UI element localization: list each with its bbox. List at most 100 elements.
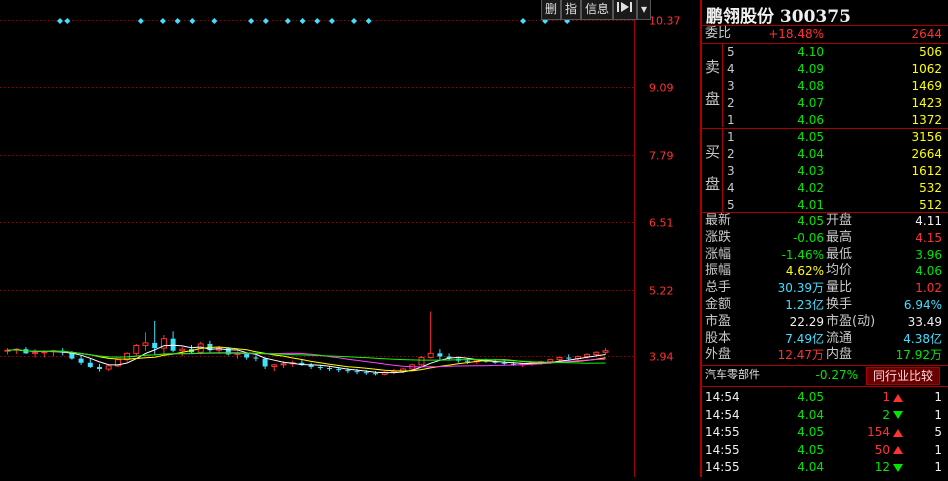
tick-price: 4.05: [797, 390, 824, 404]
bid-level: 2: [727, 147, 735, 161]
tick-volume: 50: [874, 442, 890, 457]
candle-body-up: [133, 345, 140, 354]
ask-row[interactable]: 4 4.09 1062: [702, 61, 948, 77]
tick-time: 14:54: [705, 390, 740, 404]
delete-button[interactable]: 删: [541, 0, 562, 20]
tick-price: 4.05: [797, 442, 824, 457]
ask-price: 4.09: [797, 62, 824, 76]
signal-diamond-icon: [211, 18, 218, 24]
expand-panel-button[interactable]: [613, 0, 638, 20]
candle-body-down: [566, 357, 572, 359]
chevron-down-icon: ▾: [641, 2, 648, 16]
bid-row[interactable]: 5 4.01 512: [702, 197, 948, 213]
candle-body-down: [437, 353, 443, 357]
quote-label: 内盘: [826, 347, 853, 363]
ask-volume: 1423: [911, 96, 942, 110]
quote-value: -0.06: [792, 230, 824, 245]
candle-body-down: [345, 370, 351, 372]
candle-body-down: [373, 373, 378, 375]
tick-count: 1: [934, 442, 942, 457]
candle-body-up: [427, 352, 434, 359]
quote-value: 6.94%: [903, 298, 942, 312]
signal-diamond-icon: [365, 18, 372, 24]
quote-row: 振幅 4.62% 均价 4.06: [702, 263, 948, 279]
quote-label: 总手: [705, 280, 732, 296]
quote-label: 流通: [826, 330, 853, 346]
tick-volume: 12: [874, 460, 890, 474]
candle-body-down: [354, 371, 360, 373]
quote-label: 开盘: [826, 213, 853, 228]
bid-row[interactable]: 3 4.03 1612: [702, 163, 948, 179]
quote-value: 17.92万: [895, 348, 942, 363]
signal-diamond-icon: [299, 18, 306, 24]
industry-compare-button[interactable]: 同行业比较: [866, 367, 940, 385]
bid-price: 4.02: [797, 181, 824, 195]
tick-volume: 1: [882, 390, 890, 404]
ask-row[interactable]: 5 4.10 506: [702, 44, 948, 60]
candle-body-down: [317, 366, 323, 369]
signal-diamond-icon: [57, 18, 63, 24]
bid-volume: 1612: [911, 164, 942, 178]
candle-body-up: [105, 365, 112, 370]
signal-diamond-icon: [248, 18, 255, 24]
bid-row[interactable]: 1 4.05 3156: [702, 129, 948, 145]
kline-chart[interactable]: 10.37 9.09 7.79 6.51 5.22 3.94: [0, 0, 700, 477]
quote-row: 涨幅 -1.46% 最低 3.96: [702, 247, 948, 263]
ask-volume: 1469: [911, 79, 942, 93]
tick-row: 14:54 4.04 2 1: [702, 407, 948, 423]
candle-body-up: [280, 363, 287, 366]
quote-label: 均价: [826, 263, 853, 279]
candle-body-down: [262, 358, 268, 367]
info-button[interactable]: 信息: [581, 0, 614, 20]
ask-row[interactable]: 1 4.06 1372: [702, 112, 948, 128]
tick-count: 5: [934, 425, 942, 439]
candle-body-down: [152, 342, 158, 349]
arrow-up-icon: [893, 424, 903, 440]
quote-label: 量比: [826, 280, 853, 296]
menu-dropdown-button[interactable]: ▾: [637, 0, 652, 20]
candle-body-up: [547, 359, 554, 363]
bid-row[interactable]: 4 4.02 532: [702, 180, 948, 196]
quote-label: 外盘: [705, 347, 732, 363]
candle-body-up: [418, 357, 425, 366]
indicator-button[interactable]: 指: [561, 0, 582, 20]
tick-price: 4.04: [797, 407, 824, 422]
ask-row[interactable]: 3 4.08 1469: [702, 78, 948, 94]
quote-row: 外盘 12.47万 内盘 17.92万: [702, 347, 948, 363]
bid-level: 4: [727, 181, 735, 195]
sector-change: -0.27%: [815, 368, 858, 382]
price-axis-label: 7.79: [649, 150, 674, 163]
quote-label: 涨幅: [705, 246, 732, 262]
ask-level: 4: [727, 62, 735, 76]
tick-time: 14:55: [705, 460, 740, 474]
ask-level: 1: [727, 113, 735, 127]
ask-price: 4.08: [797, 79, 824, 93]
candle-body-down: [78, 358, 84, 363]
tick-time: 14:55: [705, 425, 740, 439]
bid-row[interactable]: 2 4.04 2664: [702, 146, 948, 162]
order-ratio-percent: +18.48%: [768, 27, 824, 41]
signal-diamond-icon: [328, 18, 335, 24]
tick-price: 4.04: [797, 460, 824, 474]
candlestick-plot[interactable]: 10.37 9.09 7.79 6.51 5.22 3.94: [0, 0, 700, 477]
quote-value: 22.29: [789, 314, 824, 329]
bid-price: 4.03: [797, 164, 824, 178]
stock-name: 鹏翎股份: [706, 7, 774, 27]
candle-body-down: [336, 369, 342, 371]
ask-volume: 506: [919, 45, 942, 59]
candle-body-down: [465, 360, 470, 362]
candle-body-up: [142, 342, 149, 347]
signal-diamond-icon: [284, 18, 291, 24]
ask-row[interactable]: 2 4.07 1423: [702, 95, 948, 111]
quote-value: 12.47万: [777, 348, 824, 363]
sector-name: 汽车零部件: [705, 368, 760, 381]
quote-value: 4.05: [797, 214, 824, 228]
candle-body-up: [602, 350, 609, 353]
stock-code: 300375: [779, 7, 851, 27]
price-axis-label: 3.94: [649, 351, 674, 364]
order-ratio-diff: 2644: [911, 27, 942, 41]
candle-body-up: [32, 351, 39, 354]
signal-diamond-icon: [174, 18, 181, 24]
candle-body-down: [327, 368, 332, 370]
quote-value: 1.02: [915, 281, 942, 296]
